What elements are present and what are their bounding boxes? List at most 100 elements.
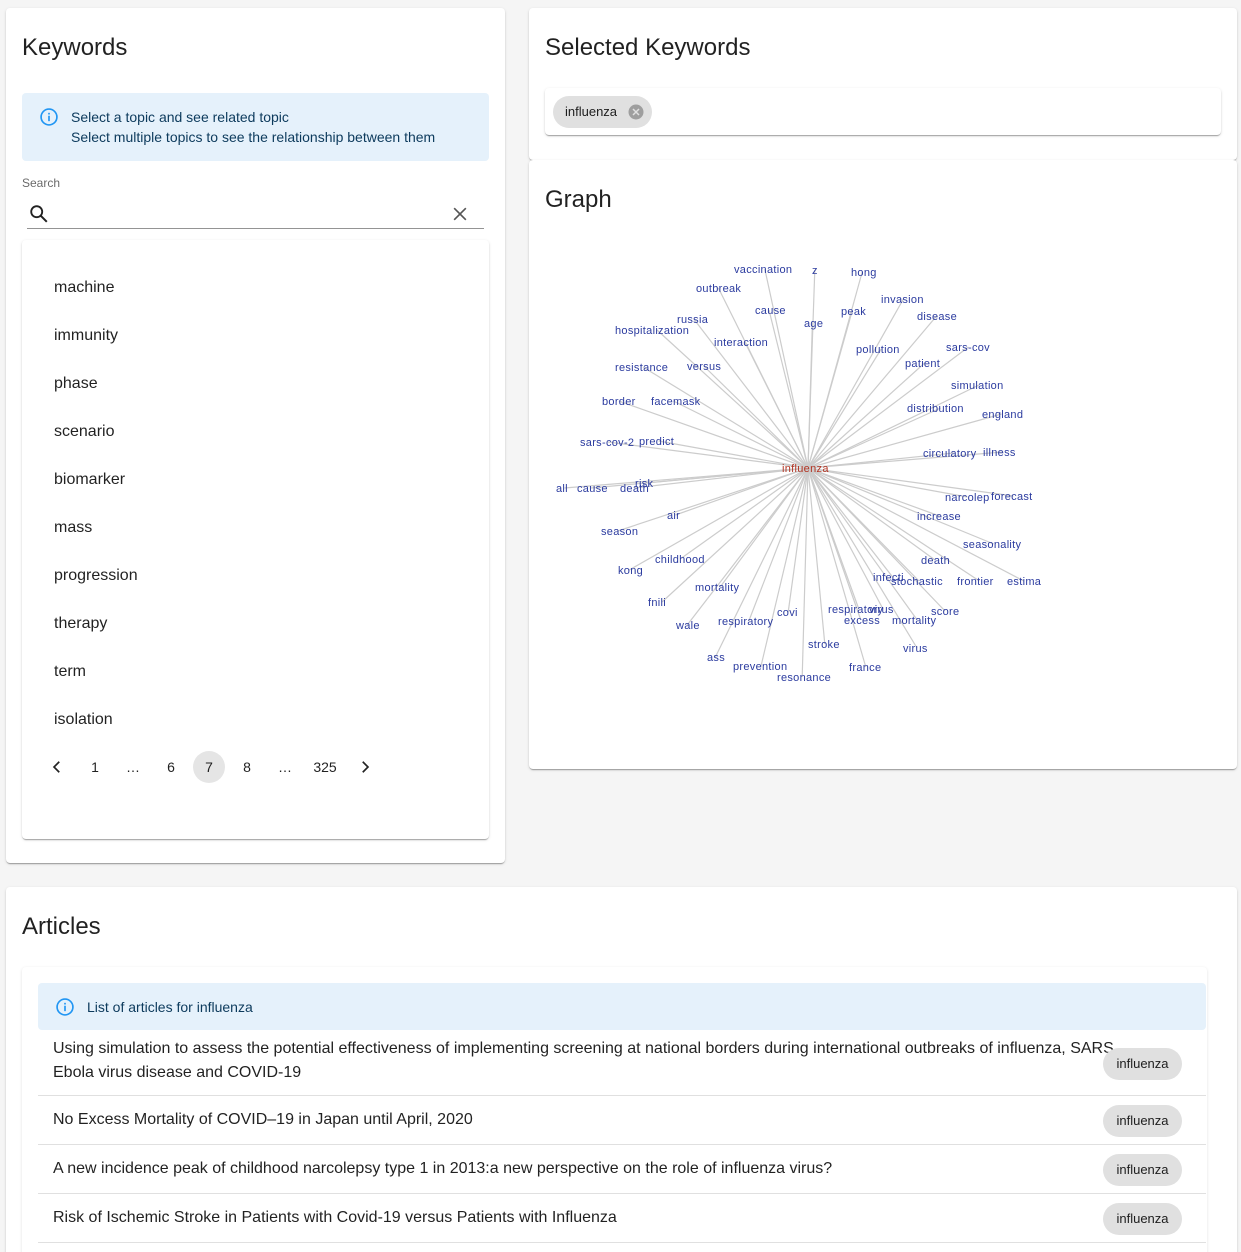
page-button-7-current[interactable]: 7 xyxy=(193,751,225,783)
graph-node-label[interactable]: england xyxy=(982,409,1023,421)
article-keyword-chip[interactable]: influenza xyxy=(1103,1154,1182,1186)
graph-node-label[interactable]: covi xyxy=(777,607,798,619)
graph-node-label[interactable]: childhood xyxy=(655,554,705,566)
keyword-list-item[interactable]: isolation xyxy=(22,696,489,744)
article-row[interactable]: A new incidence peak of childhood narcol… xyxy=(38,1145,1206,1194)
graph-node-label[interactable]: cause xyxy=(755,305,786,317)
graph-node-label[interactable]: ass xyxy=(707,652,725,664)
graph-node-label[interactable]: mortality xyxy=(892,615,936,627)
graph-node-label[interactable]: respiratory xyxy=(718,616,773,628)
graph-node-label[interactable]: all xyxy=(556,483,568,495)
keyword-list-item[interactable]: immunity xyxy=(22,312,489,360)
graph-node-label[interactable]: sars-cov-2 xyxy=(580,437,634,449)
graph-node-label[interactable]: wale xyxy=(675,620,700,632)
keywords-title: Keywords xyxy=(22,34,128,61)
article-row[interactable]: Risk of Ischemic Stroke in Patients with… xyxy=(38,1194,1206,1243)
article-keyword-chip[interactable]: influenza xyxy=(1103,1048,1182,1080)
clear-icon[interactable] xyxy=(450,204,470,224)
search-label: Search xyxy=(22,176,61,190)
page-button-1[interactable]: 1 xyxy=(79,751,111,783)
graph-node-label[interactable]: circulatory xyxy=(923,448,977,460)
info-icon xyxy=(56,998,74,1016)
remove-chip-icon[interactable] xyxy=(627,103,645,121)
keywords-info-alert: Select a topic and see related topic Sel… xyxy=(22,93,489,161)
graph-node-label[interactable]: distribution xyxy=(907,403,964,415)
graph-edge xyxy=(807,467,1025,582)
graph-edge xyxy=(673,400,809,469)
graph-node-label[interactable]: z xyxy=(812,265,818,277)
graph-node-label[interactable]: excess xyxy=(844,615,880,627)
graph-node-label[interactable]: frontier xyxy=(957,576,994,588)
next-page-button[interactable] xyxy=(349,751,381,783)
selected-keyword-chip[interactable]: influenza xyxy=(553,96,652,128)
graph-node-label[interactable]: versus xyxy=(687,361,721,373)
keyword-list-item[interactable]: scenario xyxy=(22,408,489,456)
keyword-list-item[interactable]: machine xyxy=(22,264,489,312)
graph-node-label[interactable]: patient xyxy=(905,358,940,370)
keyword-list-item[interactable]: therapy xyxy=(22,600,489,648)
graph-node-label[interactable]: vaccination xyxy=(734,264,792,276)
search-field xyxy=(27,198,484,229)
chevron-right-icon xyxy=(362,761,370,773)
graph-node-label[interactable]: increase xyxy=(917,511,961,523)
previous-page-button[interactable] xyxy=(41,751,73,783)
keyword-list-item[interactable]: mass xyxy=(22,504,489,552)
articles-title: Articles xyxy=(22,913,101,940)
graph-node-label[interactable]: stochastic xyxy=(891,576,943,588)
graph-node-label[interactable]: kong xyxy=(618,565,643,577)
page-ellipsis: … xyxy=(278,759,292,775)
keyword-list-item[interactable]: progression xyxy=(22,552,489,600)
article-title: No Excess Mortality of COVID–19 in Japan… xyxy=(53,1111,473,1128)
graph-node-label[interactable]: border xyxy=(602,396,636,408)
graph-center-node[interactable]: influenza xyxy=(782,463,829,475)
article-row[interactable]: No Excess Mortality of COVID–19 in Japan… xyxy=(38,1096,1206,1145)
graph-node-label[interactable]: seasonality xyxy=(963,539,1022,551)
graph-node-label[interactable]: predict xyxy=(639,436,674,448)
graph-node-label[interactable]: narcolep xyxy=(945,492,990,504)
graph-node-label[interactable]: peak xyxy=(841,306,866,318)
article-keyword-chip[interactable]: influenza xyxy=(1103,1105,1182,1137)
graph-node-label[interactable]: age xyxy=(804,318,823,330)
keyword-list-item[interactable]: term xyxy=(22,648,489,696)
info-text-line-1: Select a topic and see related topic xyxy=(71,109,289,125)
page-button-6[interactable]: 6 xyxy=(155,751,187,783)
graph-node-label[interactable]: season xyxy=(601,526,638,538)
graph-node-label[interactable]: forecast xyxy=(991,491,1033,503)
graph-node-label[interactable]: simulation xyxy=(951,380,1004,392)
graph-node-label[interactable]: outbreak xyxy=(696,283,741,295)
graph-node-label[interactable]: estima xyxy=(1007,576,1042,588)
keyword-list-item[interactable]: biomarker xyxy=(22,456,489,504)
graph-node-label[interactable]: mortality xyxy=(695,582,739,594)
selected-keywords-card: Selected Keywords influenza xyxy=(529,8,1237,160)
graph-node-label[interactable]: invasion xyxy=(881,294,924,306)
graph-node-label[interactable]: facemask xyxy=(651,396,701,408)
graph-node-label[interactable]: stroke xyxy=(808,639,840,651)
search-icon xyxy=(30,205,48,223)
graph-node-label[interactable]: interaction xyxy=(714,337,768,349)
keyword-list-item[interactable]: phase xyxy=(22,360,489,408)
graph-edge xyxy=(807,322,813,469)
article-keyword-chip[interactable]: influenza xyxy=(1103,1203,1182,1235)
graph-node-label[interactable]: hospitalization xyxy=(615,325,689,337)
keyword-graph[interactable]: vaccination z hongoutbreakinvasioncauserus… xyxy=(529,160,1237,769)
graph-edge xyxy=(807,467,894,578)
graph-node-label[interactable]: virus xyxy=(903,643,928,655)
graph-node-label[interactable]: air xyxy=(667,510,680,522)
graph-node-label[interactable]: illness xyxy=(983,447,1016,459)
keyword-list: machine immunity phase scenario biomarke… xyxy=(22,240,489,839)
graph-node-label[interactable]: resonance xyxy=(777,672,831,684)
article-row[interactable]: Using simulation to assess the potential… xyxy=(38,1030,1206,1096)
graph-node-label[interactable]: fnili xyxy=(648,597,666,609)
graph-node-label[interactable]: france xyxy=(849,662,881,674)
graph-node-label[interactable]: pollution xyxy=(856,344,900,356)
page-button-last[interactable]: 325 xyxy=(305,751,345,783)
graph-node-label[interactable]: disease xyxy=(917,311,957,323)
graph-node-label[interactable]: sars-cov xyxy=(946,342,990,354)
graph-node-label[interactable]: cause xyxy=(577,483,608,495)
graph-node-label[interactable]: death xyxy=(921,555,950,567)
search-input[interactable] xyxy=(59,200,439,226)
graph-node-label[interactable]: resistance xyxy=(615,362,668,374)
graph-node-label[interactable]: death xyxy=(620,483,649,495)
page-button-8[interactable]: 8 xyxy=(231,751,263,783)
graph-node-label[interactable]: hong xyxy=(851,267,877,279)
